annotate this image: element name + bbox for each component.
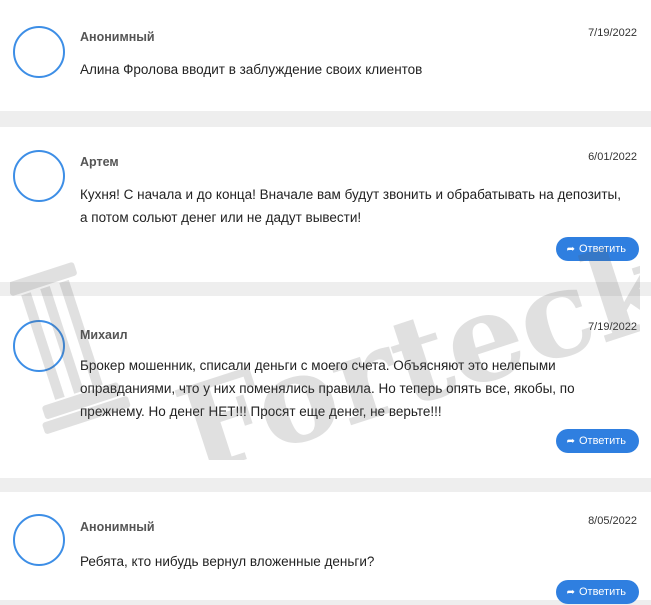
reply-button[interactable]: ➦ Ответить <box>555 237 639 261</box>
comment-author: Михаил <box>80 328 128 342</box>
reply-button[interactable]: ➦ Ответить <box>555 429 639 453</box>
reply-arrow-icon: ➦ <box>566 587 575 598</box>
reply-arrow-icon: ➦ <box>566 436 575 447</box>
comment-card: Анонимный 8/05/2022 Ребята, кто нибудь в… <box>0 492 651 604</box>
reply-button-label: Ответить <box>578 435 626 447</box>
comment-text: Ребята, кто нибудь вернул вложенные день… <box>80 554 375 569</box>
comment-author: Анонимный <box>80 30 155 44</box>
avatar <box>13 320 65 372</box>
comment-author: Анонимный <box>80 520 155 534</box>
comment-text: Кухня! С начала и до конца! Вначале вам … <box>80 187 621 225</box>
avatar <box>13 150 65 202</box>
comment-date: 6/01/2022 <box>588 151 637 163</box>
avatar <box>13 514 65 566</box>
comment-author: Артем <box>80 155 119 169</box>
comment-card: Михаил 7/19/2022 Брокер мошенник, списал… <box>0 296 651 478</box>
reply-button-label: Ответить <box>578 243 626 255</box>
comment-card: Анонимный 7/19/2022 Алина Фролова вводит… <box>0 0 651 111</box>
comment-text: Брокер мошенник, списали деньги с моего … <box>80 358 575 419</box>
comment-date: 7/19/2022 <box>588 321 637 333</box>
avatar <box>13 26 65 78</box>
comment-date: 7/19/2022 <box>588 27 637 39</box>
comment-card: Артем 6/01/2022 Кухня! С начала и до кон… <box>0 127 651 282</box>
comment-text: Алина Фролова вводит в заблуждение своих… <box>80 62 423 77</box>
reply-arrow-icon: ➦ <box>566 244 575 255</box>
reply-button[interactable]: ➦ Ответить <box>555 580 639 604</box>
reply-button-label: Ответить <box>578 586 626 598</box>
comment-date: 8/05/2022 <box>588 515 637 527</box>
